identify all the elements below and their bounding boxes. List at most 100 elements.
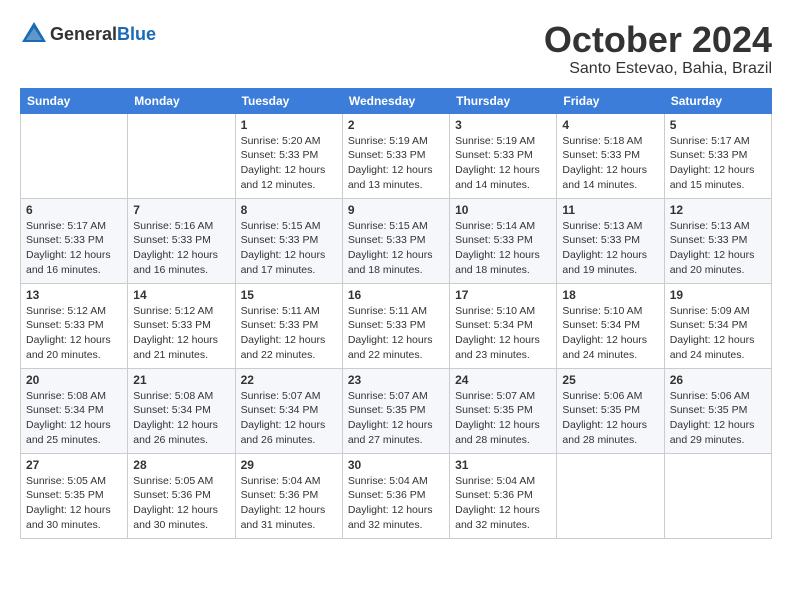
weekday-header-sunday: Sunday bbox=[21, 88, 128, 113]
calendar-cell: 15 Sunrise: 5:11 AM Sunset: 5:33 PM Dayli… bbox=[235, 283, 342, 368]
day-number: 22 bbox=[241, 373, 337, 387]
calendar-week-row: 20Sunrise: 5:08 AM Sunset: 5:34 PM Dayli… bbox=[21, 368, 772, 453]
day-info: Sunrise: 5:04 AM Sunset: 5:36 PM Dayligh… bbox=[455, 474, 551, 533]
logo-general: General bbox=[50, 24, 117, 44]
day-info: Sunrise: 5:19 AM Sunset: 5:33 PM Dayligh… bbox=[455, 134, 551, 193]
day-number: 12 bbox=[670, 203, 766, 217]
calendar-cell: 16Sunrise: 5:11 AM Sunset: 5:33 PM Dayli… bbox=[342, 283, 449, 368]
day-number: 8 bbox=[241, 203, 337, 217]
calendar-cell: 22 Sunrise: 5:07 AM Sunset: 5:34 PM Dayli… bbox=[235, 368, 342, 453]
day-number: 18 bbox=[562, 288, 658, 302]
calendar-cell: 10 Sunrise: 5:14 AM Sunset: 5:33 PM Dayli… bbox=[450, 198, 557, 283]
day-info: Sunrise: 5:12 AM Sunset: 5:33 PM Dayligh… bbox=[26, 304, 122, 363]
page-header: GeneralBlue October 2024 Santo Estevao, … bbox=[20, 20, 772, 78]
calendar-cell: 25 Sunrise: 5:06 AM Sunset: 5:35 PM Dayli… bbox=[557, 368, 664, 453]
calendar-table: SundayMondayTuesdayWednesdayThursdayFrid… bbox=[20, 88, 772, 539]
weekday-header-wednesday: Wednesday bbox=[342, 88, 449, 113]
day-info: Sunrise: 5:07 AM Sunset: 5:35 PM Dayligh… bbox=[455, 389, 551, 448]
weekday-header-row: SundayMondayTuesdayWednesdayThursdayFrid… bbox=[21, 88, 772, 113]
calendar-week-row: 27 Sunrise: 5:05 AM Sunset: 5:35 PM Dayli… bbox=[21, 453, 772, 538]
day-number: 29 bbox=[241, 458, 337, 472]
calendar-cell: 19 Sunrise: 5:09 AM Sunset: 5:34 PM Dayli… bbox=[664, 283, 771, 368]
day-info: Sunrise: 5:05 AM Sunset: 5:35 PM Dayligh… bbox=[26, 474, 122, 533]
day-number: 30 bbox=[348, 458, 444, 472]
calendar-cell: 1 Sunrise: 5:20 AM Sunset: 5:33 PM Daylig… bbox=[235, 113, 342, 198]
calendar-week-row: 13 Sunrise: 5:12 AM Sunset: 5:33 PM Dayli… bbox=[21, 283, 772, 368]
day-info: Sunrise: 5:11 AM Sunset: 5:33 PM Dayligh… bbox=[241, 304, 337, 363]
day-info: Sunrise: 5:20 AM Sunset: 5:33 PM Dayligh… bbox=[241, 134, 337, 193]
day-number: 21 bbox=[133, 373, 229, 387]
day-info: Sunrise: 5:07 AM Sunset: 5:35 PM Dayligh… bbox=[348, 389, 444, 448]
calendar-cell bbox=[557, 453, 664, 538]
day-info: Sunrise: 5:15 AM Sunset: 5:33 PM Dayligh… bbox=[348, 219, 444, 278]
calendar-cell bbox=[664, 453, 771, 538]
calendar-cell: 21 Sunrise: 5:08 AM Sunset: 5:34 PM Dayli… bbox=[128, 368, 235, 453]
day-number: 31 bbox=[455, 458, 551, 472]
day-number: 15 bbox=[241, 288, 337, 302]
day-number: 28 bbox=[133, 458, 229, 472]
day-info: Sunrise: 5:13 AM Sunset: 5:33 PM Dayligh… bbox=[562, 219, 658, 278]
calendar-cell: 3 Sunrise: 5:19 AM Sunset: 5:33 PM Daylig… bbox=[450, 113, 557, 198]
calendar-cell: 17 Sunrise: 5:10 AM Sunset: 5:34 PM Dayli… bbox=[450, 283, 557, 368]
day-number: 1 bbox=[241, 118, 337, 132]
day-number: 25 bbox=[562, 373, 658, 387]
logo-blue: Blue bbox=[117, 24, 156, 44]
day-number: 6 bbox=[26, 203, 122, 217]
calendar-cell: 6 Sunrise: 5:17 AM Sunset: 5:33 PM Daylig… bbox=[21, 198, 128, 283]
weekday-header-saturday: Saturday bbox=[664, 88, 771, 113]
calendar-cell: 31 Sunrise: 5:04 AM Sunset: 5:36 PM Dayli… bbox=[450, 453, 557, 538]
day-info: Sunrise: 5:08 AM Sunset: 5:34 PM Dayligh… bbox=[133, 389, 229, 448]
calendar-cell: 26 Sunrise: 5:06 AM Sunset: 5:35 PM Dayli… bbox=[664, 368, 771, 453]
day-info: Sunrise: 5:13 AM Sunset: 5:33 PM Dayligh… bbox=[670, 219, 766, 278]
day-info: Sunrise: 5:04 AM Sunset: 5:36 PM Dayligh… bbox=[241, 474, 337, 533]
day-info: Sunrise: 5:14 AM Sunset: 5:33 PM Dayligh… bbox=[455, 219, 551, 278]
calendar-cell bbox=[128, 113, 235, 198]
day-number: 19 bbox=[670, 288, 766, 302]
day-info: Sunrise: 5:04 AM Sunset: 5:36 PM Dayligh… bbox=[348, 474, 444, 533]
day-number: 3 bbox=[455, 118, 551, 132]
day-number: 10 bbox=[455, 203, 551, 217]
day-info: Sunrise: 5:12 AM Sunset: 5:33 PM Dayligh… bbox=[133, 304, 229, 363]
day-info: Sunrise: 5:06 AM Sunset: 5:35 PM Dayligh… bbox=[562, 389, 658, 448]
weekday-header-thursday: Thursday bbox=[450, 88, 557, 113]
day-number: 24 bbox=[455, 373, 551, 387]
day-info: Sunrise: 5:09 AM Sunset: 5:34 PM Dayligh… bbox=[670, 304, 766, 363]
calendar-cell: 29 Sunrise: 5:04 AM Sunset: 5:36 PM Dayli… bbox=[235, 453, 342, 538]
day-number: 26 bbox=[670, 373, 766, 387]
calendar-cell: 7 Sunrise: 5:16 AM Sunset: 5:33 PM Daylig… bbox=[128, 198, 235, 283]
weekday-header-tuesday: Tuesday bbox=[235, 88, 342, 113]
day-number: 17 bbox=[455, 288, 551, 302]
calendar-cell: 14 Sunrise: 5:12 AM Sunset: 5:33 PM Dayli… bbox=[128, 283, 235, 368]
logo: GeneralBlue bbox=[20, 20, 156, 48]
day-info: Sunrise: 5:07 AM Sunset: 5:34 PM Dayligh… bbox=[241, 389, 337, 448]
weekday-header-friday: Friday bbox=[557, 88, 664, 113]
day-info: Sunrise: 5:15 AM Sunset: 5:33 PM Dayligh… bbox=[241, 219, 337, 278]
day-info: Sunrise: 5:10 AM Sunset: 5:34 PM Dayligh… bbox=[455, 304, 551, 363]
month-title: October 2024 bbox=[544, 20, 772, 60]
calendar-week-row: 1 Sunrise: 5:20 AM Sunset: 5:33 PM Daylig… bbox=[21, 113, 772, 198]
day-info: Sunrise: 5:19 AM Sunset: 5:33 PM Dayligh… bbox=[348, 134, 444, 193]
day-info: Sunrise: 5:17 AM Sunset: 5:33 PM Dayligh… bbox=[670, 134, 766, 193]
day-info: Sunrise: 5:11 AM Sunset: 5:33 PM Dayligh… bbox=[348, 304, 444, 363]
day-info: Sunrise: 5:17 AM Sunset: 5:33 PM Dayligh… bbox=[26, 219, 122, 278]
day-number: 14 bbox=[133, 288, 229, 302]
title-block: October 2024 Santo Estevao, Bahia, Brazi… bbox=[544, 20, 772, 78]
calendar-week-row: 6 Sunrise: 5:17 AM Sunset: 5:33 PM Daylig… bbox=[21, 198, 772, 283]
calendar-cell: 13 Sunrise: 5:12 AM Sunset: 5:33 PM Dayli… bbox=[21, 283, 128, 368]
day-info: Sunrise: 5:05 AM Sunset: 5:36 PM Dayligh… bbox=[133, 474, 229, 533]
calendar-cell: 2Sunrise: 5:19 AM Sunset: 5:33 PM Daylig… bbox=[342, 113, 449, 198]
calendar-cell: 28 Sunrise: 5:05 AM Sunset: 5:36 PM Dayli… bbox=[128, 453, 235, 538]
day-number: 7 bbox=[133, 203, 229, 217]
calendar-cell bbox=[21, 113, 128, 198]
calendar-cell: 18Sunrise: 5:10 AM Sunset: 5:34 PM Dayli… bbox=[557, 283, 664, 368]
calendar-cell: 24 Sunrise: 5:07 AM Sunset: 5:35 PM Dayli… bbox=[450, 368, 557, 453]
day-number: 27 bbox=[26, 458, 122, 472]
day-number: 23 bbox=[348, 373, 444, 387]
calendar-cell: 30 Sunrise: 5:04 AM Sunset: 5:36 PM Dayli… bbox=[342, 453, 449, 538]
day-info: Sunrise: 5:16 AM Sunset: 5:33 PM Dayligh… bbox=[133, 219, 229, 278]
day-info: Sunrise: 5:06 AM Sunset: 5:35 PM Dayligh… bbox=[670, 389, 766, 448]
location-title: Santo Estevao, Bahia, Brazil bbox=[544, 60, 772, 78]
calendar-cell: 27 Sunrise: 5:05 AM Sunset: 5:35 PM Dayli… bbox=[21, 453, 128, 538]
calendar-cell: 20Sunrise: 5:08 AM Sunset: 5:34 PM Dayli… bbox=[21, 368, 128, 453]
day-number: 13 bbox=[26, 288, 122, 302]
